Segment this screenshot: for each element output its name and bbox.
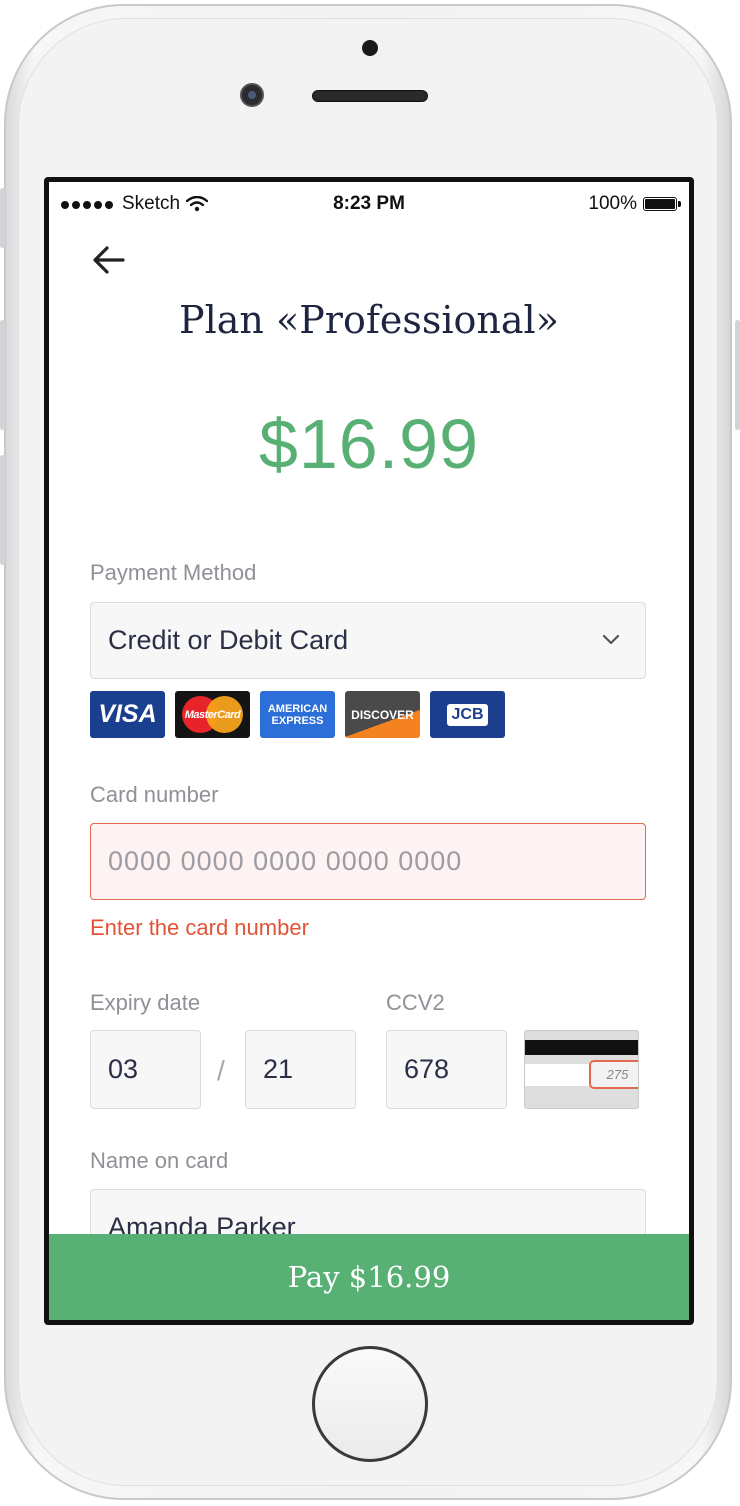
screen: Sketch 8:23 PM 100% Plan «Professional» … <box>44 177 694 1325</box>
name-on-card-label: Name on card <box>90 1148 229 1173</box>
payment-method-select[interactable]: Credit or Debit Card <box>90 602 646 679</box>
status-bar: Sketch 8:23 PM 100% <box>49 182 689 222</box>
expiry-month-input[interactable]: 03 <box>90 1030 201 1109</box>
app-screen: Sketch 8:23 PM 100% Plan «Professional» … <box>49 182 689 1320</box>
cvv-hint-digits: 275 <box>606 1067 629 1082</box>
mastercard-logo-icon: MasterCard <box>175 691 250 738</box>
expiry-separator: / <box>217 1055 225 1086</box>
card-number-label: Card number <box>90 782 219 807</box>
home-button[interactable] <box>312 1346 428 1462</box>
expiry-year-input[interactable]: 21 <box>245 1030 356 1109</box>
earpiece-speaker <box>312 90 428 102</box>
pay-button-label: Pay $16.99 <box>287 1260 451 1294</box>
expiry-year-value: 21 <box>263 1054 294 1084</box>
card-number-placeholder: 0000 0000 0000 0000 0000 <box>108 846 463 876</box>
visa-logo-icon: VISA <box>90 691 165 738</box>
page-title: Plan «Professional» <box>179 298 559 342</box>
expiry-date-label: Expiry date <box>90 990 201 1015</box>
proximity-sensor <box>362 40 378 56</box>
payment-method-label: Payment Method <box>90 560 257 585</box>
pay-button[interactable]: Pay $16.99 <box>49 1234 689 1320</box>
status-bar-right: 100% <box>588 193 681 215</box>
power-button <box>735 320 740 430</box>
amex-logo-icon: AMERICAN EXPRESS <box>260 691 335 738</box>
jcb-logo-text: JCB <box>447 703 488 726</box>
back-arrow-icon[interactable] <box>89 240 129 280</box>
jcb-logo-icon: JCB <box>430 691 505 738</box>
card-number-input[interactable]: 0000 0000 0000 0000 0000 <box>90 823 646 900</box>
mute-switch <box>0 188 5 248</box>
cvv-hint-box: 275 <box>589 1060 638 1089</box>
magnetic-stripe <box>525 1040 638 1055</box>
ccv-input[interactable]: 678 <box>386 1030 507 1109</box>
expiry-month-value: 03 <box>108 1054 139 1084</box>
battery-icon <box>643 197 681 211</box>
discover-logo-icon: DISCOVER <box>345 691 420 738</box>
chevron-down-icon <box>602 634 620 645</box>
accepted-cards: VISA MasterCard AMERICAN EXPRESS DISCOVE… <box>90 691 505 738</box>
ccv-value: 678 <box>404 1054 450 1084</box>
visa-logo-text: VISA <box>98 700 157 728</box>
card-number-error: Enter the card number <box>90 915 309 940</box>
amex-logo-text: AMERICAN EXPRESS <box>267 702 328 727</box>
discover-logo-text: DISCOVER <box>351 707 414 722</box>
card-back-cvv-icon: 275 <box>524 1030 639 1109</box>
volume-down-button <box>0 455 5 565</box>
mastercard-logo-text: MasterCard <box>184 708 241 721</box>
payment-method-value: Credit or Debit Card <box>108 625 349 655</box>
volume-up-button <box>0 320 5 430</box>
front-camera <box>240 83 264 107</box>
plan-price: $16.99 <box>258 405 480 483</box>
battery-percent: 100% <box>588 193 637 214</box>
ccv-label: CCV2 <box>386 990 445 1015</box>
